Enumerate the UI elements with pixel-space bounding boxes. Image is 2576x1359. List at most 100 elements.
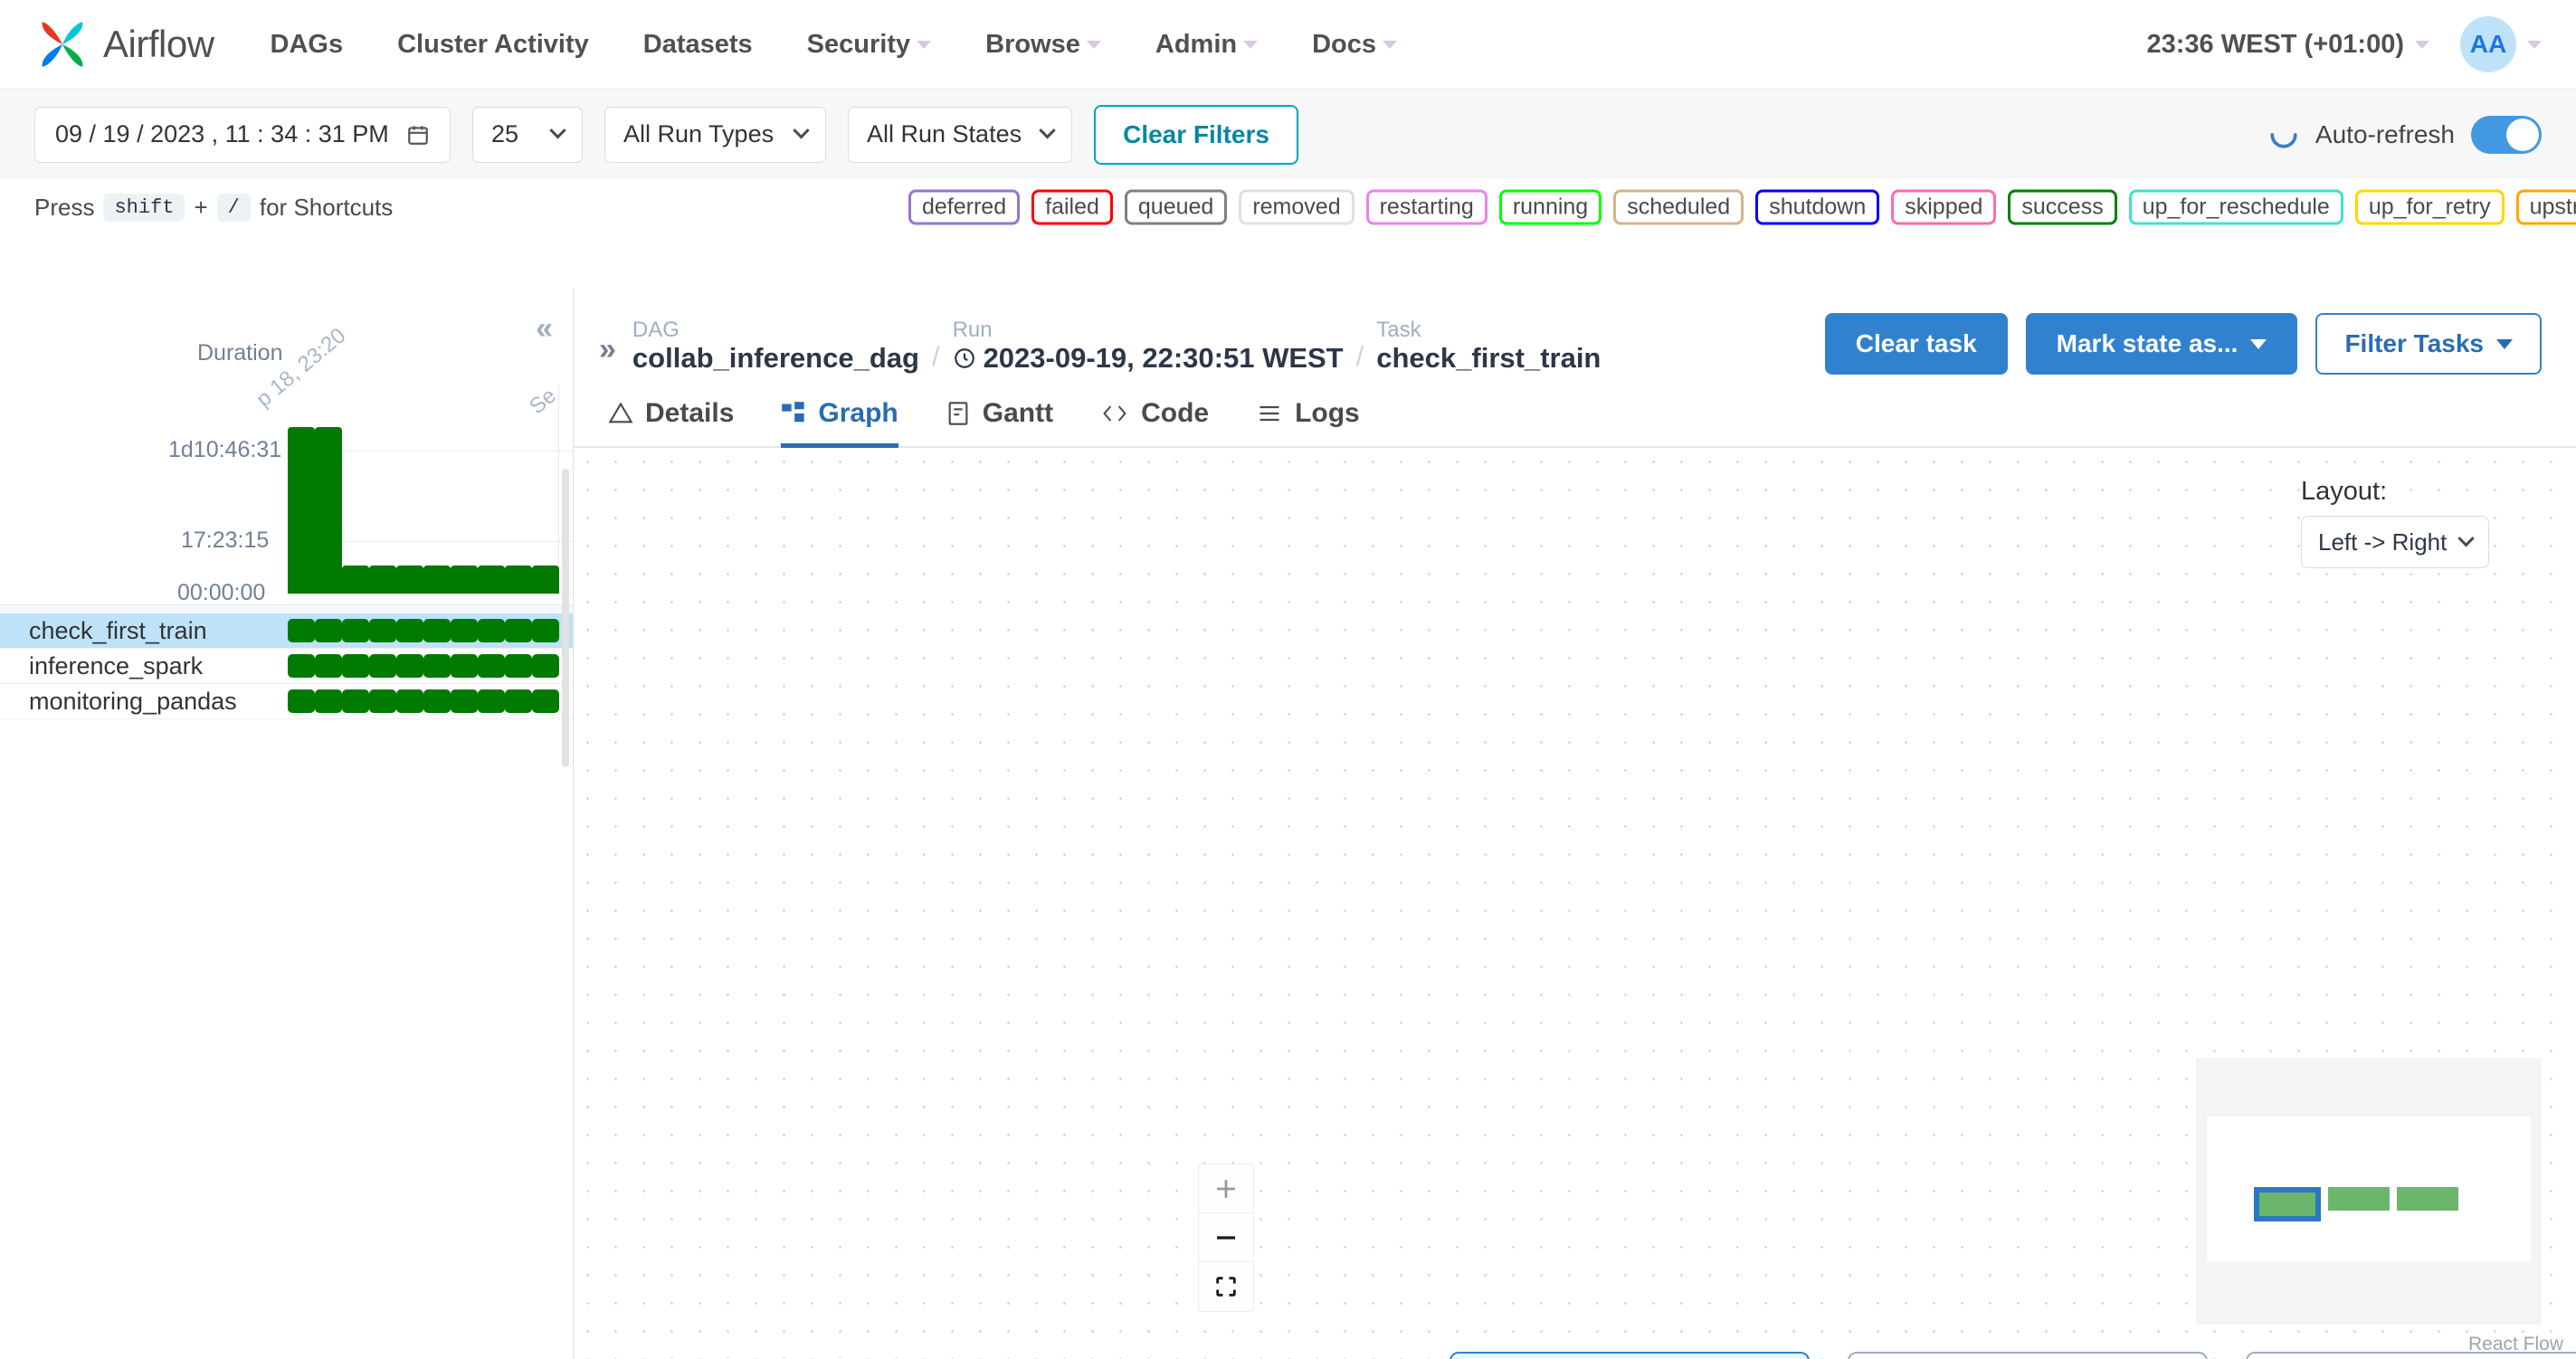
duration-bar[interactable] — [451, 565, 478, 594]
task-instance-square[interactable] — [505, 619, 532, 642]
duration-bar[interactable] — [288, 427, 315, 594]
layout-select[interactable]: Left -> Right — [2301, 516, 2489, 568]
chevron-down-icon — [549, 122, 566, 139]
nav-link-datasets[interactable]: Datasets — [643, 30, 753, 60]
run-type-select[interactable]: All Run Types — [604, 106, 826, 163]
zoom-in-button[interactable] — [1199, 1164, 1253, 1213]
task-instance-square[interactable] — [451, 654, 478, 678]
nav-link-security[interactable]: Security — [807, 30, 932, 60]
legend-badge-upstream_failed[interactable]: upstream_failed — [2515, 189, 2576, 225]
user-menu[interactable]: AA — [2460, 16, 2542, 72]
zoom-out-button[interactable] — [1199, 1213, 1253, 1262]
runs-count-select[interactable]: 25 — [472, 106, 583, 163]
task-instance-square[interactable] — [532, 689, 559, 713]
tab-label: Graph — [818, 398, 898, 428]
duration-bar[interactable] — [315, 427, 342, 594]
duration-bar[interactable] — [532, 565, 559, 594]
task-instance-square[interactable] — [396, 689, 423, 713]
clear-filters-button[interactable]: Clear Filters — [1094, 104, 1298, 165]
task-instance-square[interactable] — [451, 619, 478, 642]
breadcrumb-task-value[interactable]: check_first_train — [1376, 342, 1601, 375]
legend-badge-shutdown[interactable]: shutdown — [1755, 189, 1880, 225]
task-instance-square[interactable] — [288, 689, 315, 713]
task-instance-square[interactable] — [423, 654, 451, 678]
grid-scrollbar[interactable] — [562, 469, 569, 767]
nav-link-docs[interactable]: Docs — [1312, 30, 1398, 60]
graph-node-check-first-train[interactable]: check_first_train success FirstTrainSens… — [1450, 1352, 1810, 1359]
task-instance-square[interactable] — [532, 654, 559, 678]
tab-code[interactable]: Code — [1100, 398, 1209, 448]
task-instance-square[interactable] — [505, 654, 532, 678]
brand-logo[interactable]: Airflow — [34, 16, 214, 72]
task-instance-square[interactable] — [315, 689, 342, 713]
task-row[interactable]: inference_spark — [0, 649, 573, 684]
graph-canvas[interactable]: Layout: Left -> Right check_first_train … — [574, 448, 2576, 1359]
task-instance-square[interactable] — [451, 689, 478, 713]
nav-link-admin[interactable]: Admin — [1155, 30, 1259, 60]
task-row[interactable]: check_first_train — [0, 613, 573, 649]
auto-refresh-toggle[interactable] — [2471, 115, 2542, 154]
duration-bar[interactable] — [369, 565, 396, 594]
legend-badge-success[interactable]: success — [2008, 189, 2117, 225]
task-instance-square[interactable] — [505, 689, 532, 713]
legend-badge-up_for_retry[interactable]: up_for_retry — [2354, 189, 2505, 225]
nav-link-dags[interactable]: DAGs — [271, 30, 344, 60]
legend-badge-running[interactable]: running — [1498, 189, 1602, 225]
graph-minimap[interactable] — [2196, 1058, 2542, 1325]
legend-badge-skipped[interactable]: skipped — [1891, 189, 1997, 225]
task-instance-square[interactable] — [288, 654, 315, 678]
task-instance-square[interactable] — [288, 619, 315, 642]
duration-bar[interactable] — [478, 565, 505, 594]
task-instance-square[interactable] — [423, 619, 451, 642]
duration-bar[interactable] — [396, 565, 423, 594]
task-instance-square[interactable] — [478, 654, 505, 678]
task-instance-square[interactable] — [369, 654, 396, 678]
timezone-selector[interactable]: 23:36 WEST (+01:00) — [2147, 30, 2429, 60]
duration-bar[interactable] — [505, 565, 532, 594]
tab-graph[interactable]: Graph — [781, 398, 898, 448]
task-instance-square[interactable] — [369, 619, 396, 642]
task-instance-square[interactable] — [423, 689, 451, 713]
tab-gantt[interactable]: Gantt — [946, 398, 1053, 448]
date-range-input[interactable]: 09 / 19 / 2023 , 11 : 34 : 31 PM — [34, 106, 451, 163]
tab-details[interactable]: Details — [608, 398, 734, 448]
legend-badge-queued[interactable]: queued — [1124, 189, 1228, 225]
task-instance-square[interactable] — [478, 619, 505, 642]
legend-badge-scheduled[interactable]: scheduled — [1613, 189, 1744, 225]
filter-tasks-button[interactable]: Filter Tasks — [2315, 313, 2542, 375]
legend-badge-up_for_reschedule[interactable]: up_for_reschedule — [2128, 189, 2343, 225]
legend-badge-deferred[interactable]: deferred — [908, 189, 1021, 225]
minimap-node — [2397, 1187, 2458, 1211]
nav-link-cluster-activity[interactable]: Cluster Activity — [397, 30, 589, 60]
task-row[interactable]: monitoring_pandas — [0, 684, 573, 719]
fit-view-button[interactable] — [1199, 1262, 1253, 1311]
legend-badge-restarting[interactable]: restarting — [1365, 189, 1488, 225]
task-instance-square[interactable] — [342, 689, 369, 713]
legend-badge-failed[interactable]: failed — [1031, 189, 1113, 225]
legend-badge-removed[interactable]: removed — [1239, 189, 1355, 225]
task-instance-square[interactable] — [396, 619, 423, 642]
clear-task-button[interactable]: Clear task — [1824, 313, 2008, 375]
task-instance-square[interactable] — [315, 619, 342, 642]
duration-bar[interactable] — [342, 565, 369, 594]
chevron-down-icon — [1086, 40, 1101, 49]
task-instance-square[interactable] — [369, 689, 396, 713]
task-instance-square[interactable] — [315, 654, 342, 678]
mark-state-button[interactable]: Mark state as... — [2025, 313, 2298, 375]
tab-logs[interactable]: Logs — [1256, 398, 1360, 448]
breadcrumb-run-value-wrap[interactable]: 2023-09-19, 22:30:51 WEST — [953, 342, 1344, 375]
double-chevron-right-icon[interactable]: » — [599, 332, 616, 367]
nav-link-browse[interactable]: Browse — [985, 30, 1101, 60]
duration-bar[interactable] — [423, 565, 451, 594]
task-instance-square[interactable] — [342, 654, 369, 678]
graph-node-inference-spark[interactable]: inference_spark success SparkSubmitOpera… — [1848, 1352, 2208, 1359]
task-instance-square[interactable] — [396, 654, 423, 678]
run-state-select[interactable]: All Run States — [848, 106, 1073, 163]
task-instance-square[interactable] — [532, 619, 559, 642]
task-instance-square[interactable] — [478, 689, 505, 713]
task-instance-square[interactable] — [342, 619, 369, 642]
clear-task-label: Clear task — [1855, 329, 1977, 357]
zoom-controls — [1198, 1164, 1254, 1312]
code-brackets-icon — [1103, 405, 1126, 422]
breadcrumb-dag-value[interactable]: collab_inference_dag — [632, 342, 919, 375]
